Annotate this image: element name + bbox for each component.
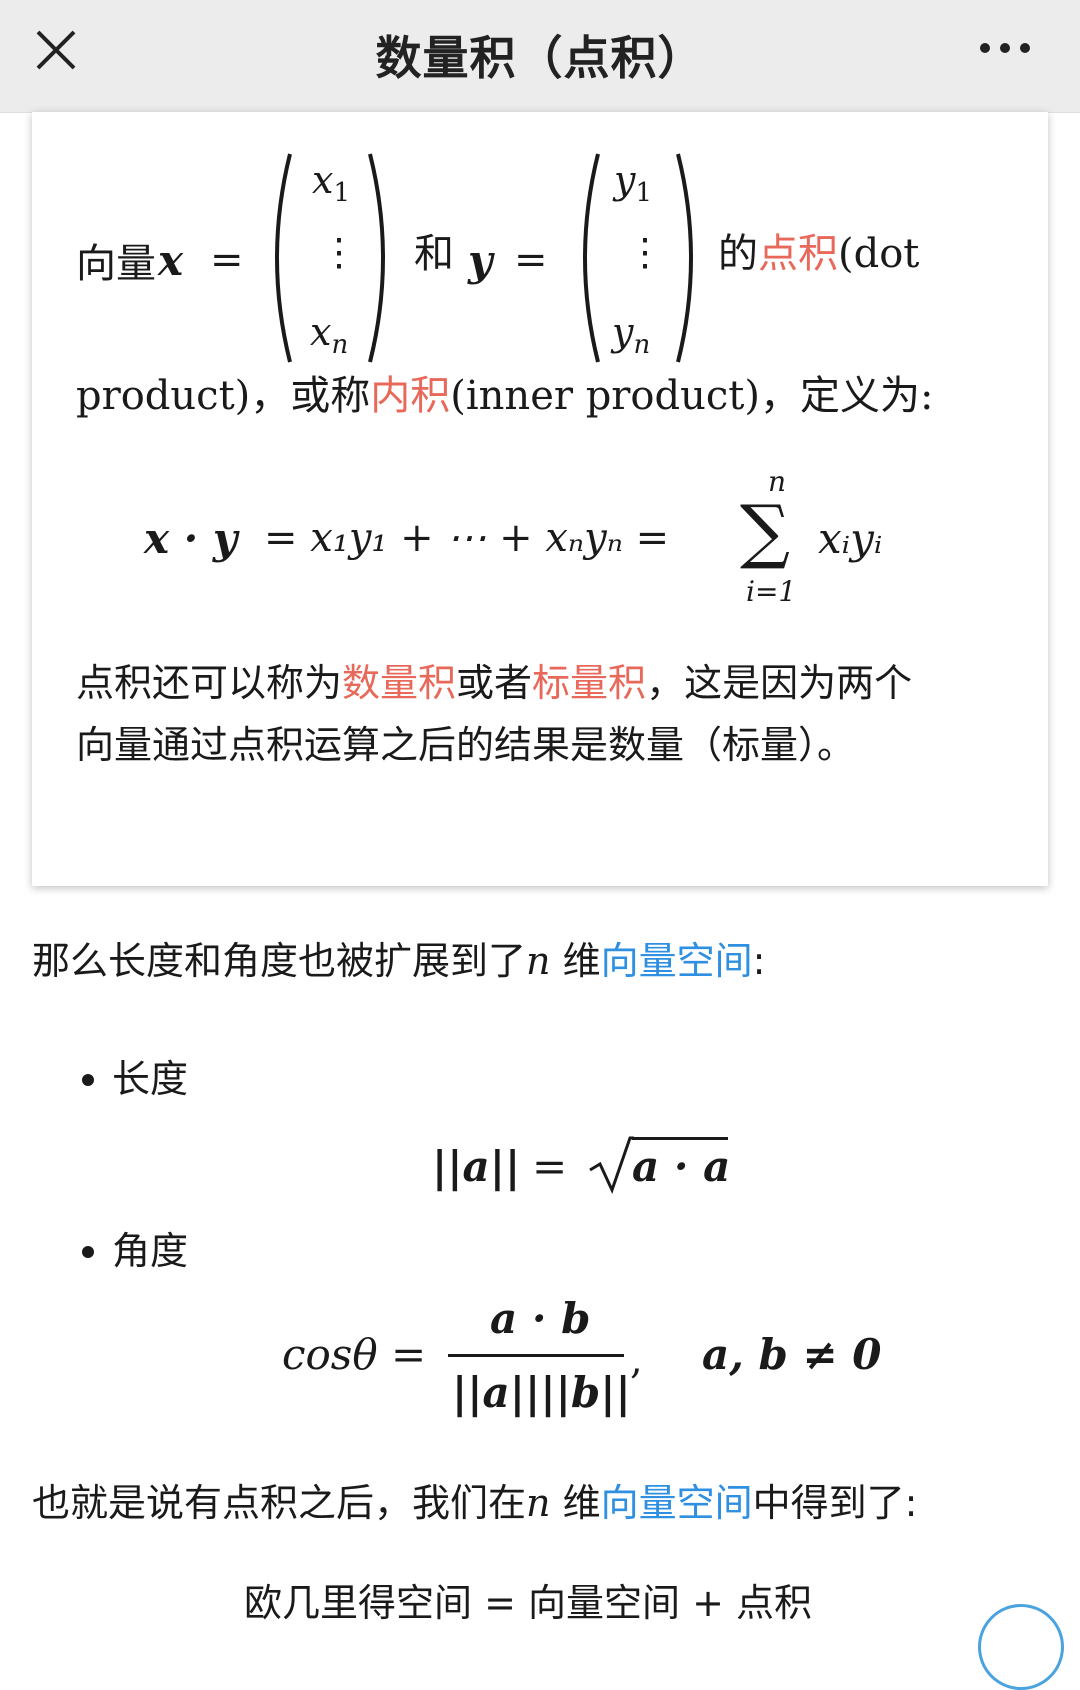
top-bar: 数量积（点积） [0,0,1080,113]
link-scalar-quantity[interactable]: 数量积 [342,661,456,705]
link-vector-space-2[interactable]: 向量空间 [601,1481,753,1525]
matrix-x-top: x1 [312,158,350,208]
matrix-y-bottom: yn [612,310,651,360]
link-scalar-product[interactable]: 标量积 [532,661,646,705]
sum-symbol: ∑ [740,490,790,572]
matrix-y-dots: ⋮ [626,230,664,274]
page-title: 数量积（点积） [375,31,705,85]
var-x: x [158,236,184,285]
formula-lhs: x · y [144,514,238,563]
definition-card: 向量 x = x1 ⋮ xn 和 y = y1 ⋮ yn 的 点积 (dot p… [32,112,1048,886]
text-para-1: 点积还可以称为数量积或者标量积，这是因为两个 [76,661,913,705]
formula-mid: = x₁y₁ + ⋯ + xₙyₙ = [264,515,670,561]
text-and: 和 [414,231,454,277]
sqrt-bar [632,1137,728,1140]
angle-denominator: ||a||||b|| [452,1368,631,1417]
angle-comma: , [630,1337,643,1383]
bullet-length: 长度 [112,1057,189,1101]
length-lhs: ||a|| [432,1142,521,1191]
sum-lower: i=1 [746,575,797,608]
link-inner-product[interactable]: 内积 [370,373,450,419]
text-intro: 那么长度和角度也被扩展到了n 维向量空间: [32,939,766,983]
text-vector: 向量 [76,241,156,287]
matrix-x-dots: ⋮ [320,230,358,274]
text-de: 的 [718,231,758,277]
angle-numerator: a · b [490,1294,591,1343]
bullet-dot [82,1074,94,1086]
text-dot: (dot [838,231,920,277]
equals-sign: = [210,237,244,283]
equals-sign-2: = [514,237,548,283]
length-eq: = [532,1142,568,1191]
sqrt-icon [589,1136,634,1194]
link-dot-product[interactable]: 点积 [758,234,838,274]
bullet-dot-2 [82,1246,94,1258]
more-horizontal-icon[interactable] [975,26,1035,70]
length-rhs: a · a [632,1142,731,1191]
matrix-x-bottom: xn [310,310,349,360]
var-y: y [468,236,493,285]
text-para-2: 向量通过点积运算之后的结果是数量（标量）。 [76,723,856,767]
floating-action-button[interactable] [978,1604,1064,1690]
final-formula: 欧几里得空间 = 向量空间 + 点积 [244,1581,812,1625]
text-conclusion: 也就是说有点积之后，我们在n 维向量空间中得到了: [32,1481,918,1525]
link-vector-space[interactable]: 向量空间 [601,939,753,983]
matrix-y-top: y1 [614,158,653,208]
formula-rhs: xᵢyᵢ [818,514,883,563]
bullet-angle: 角度 [112,1229,189,1273]
angle-lhs: cosθ = [282,1330,427,1379]
angle-condition: a, b ≠ 0 [702,1330,882,1379]
text-product-or: product)，或称内积(inner product)，定义为: [76,373,934,419]
fraction-line [448,1354,624,1357]
